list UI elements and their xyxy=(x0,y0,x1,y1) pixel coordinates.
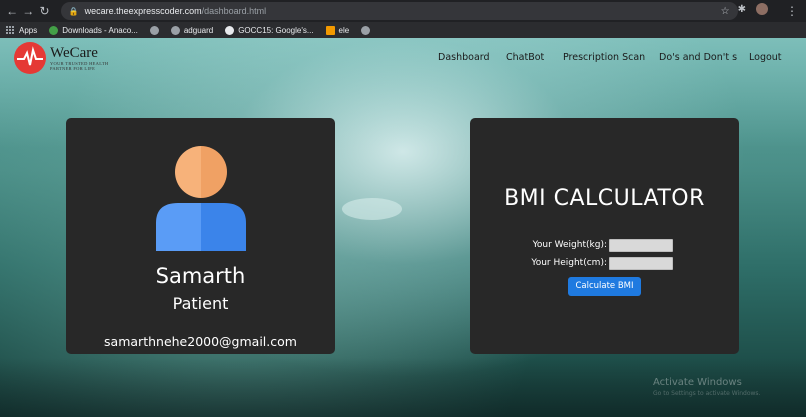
height-input[interactable] xyxy=(609,257,673,270)
heartbeat-icon xyxy=(14,42,46,74)
profile-card: Samarth Patient samarthnehe2000@gmail.co… xyxy=(66,118,335,354)
nav-dos-and-donts[interactable]: Do's and Don't s xyxy=(659,52,737,63)
bookmark-globe[interactable] xyxy=(149,25,159,35)
globe-icon xyxy=(361,25,371,35)
profile-avatar[interactable] xyxy=(756,3,768,15)
globe-icon xyxy=(149,25,159,35)
bookmark-gocc15[interactable]: GOCC15: Google's... xyxy=(225,25,314,35)
profile-role: Patient xyxy=(172,294,229,313)
apps-icon xyxy=(6,25,15,35)
nav-prescription-scan[interactable]: Prescription Scan xyxy=(563,52,645,63)
bmi-card: BMI CALCULATOR Your Weight(kg): Your Hei… xyxy=(470,118,739,354)
folder-icon xyxy=(325,25,335,35)
calculate-bmi-button[interactable]: Calculate BMI xyxy=(568,277,641,296)
back-icon[interactable]: ← xyxy=(4,0,20,22)
weight-input[interactable] xyxy=(609,239,673,252)
weight-label: Your Weight(kg): xyxy=(532,240,607,250)
site-navbar: WeCare YOUR TRUSTED HEALTH PARTNER FOR L… xyxy=(0,38,806,80)
address-bar[interactable]: 🔒 wecare.theexpresscoder.com/dashboard.h… xyxy=(60,2,738,20)
anaconda-icon xyxy=(49,25,59,35)
windows-watermark-sub: Go to Settings to activate Windows. xyxy=(653,390,761,397)
bookmark-ele[interactable]: ele xyxy=(325,25,349,35)
bookmark-adguard[interactable]: adguard xyxy=(170,25,213,35)
forward-icon[interactable]: → xyxy=(20,0,36,22)
profile-email: samarthnehe2000@gmail.com xyxy=(104,334,297,349)
bookmark-star-icon[interactable]: ☆ xyxy=(721,6,730,17)
extensions-icon[interactable]: ✱ xyxy=(738,4,746,18)
reload-icon[interactable]: ↻ xyxy=(36,0,52,22)
lock-icon: 🔒 xyxy=(68,6,79,16)
bmi-title: BMI CALCULATOR xyxy=(504,186,705,211)
bookmark-downloads[interactable]: Downloads - Anaco... xyxy=(49,25,138,35)
page-background: WeCare YOUR TRUSTED HEALTH PARTNER FOR L… xyxy=(0,38,806,417)
bookmarks-bar: Apps Downloads - Anaco... adguard GOCC15… xyxy=(0,22,806,38)
menu-icon[interactable]: ⋮ xyxy=(786,4,798,18)
height-label: Your Height(cm): xyxy=(531,258,607,268)
bookmark-apps[interactable]: Apps xyxy=(6,25,37,35)
google-icon xyxy=(225,25,235,35)
user-avatar-icon xyxy=(156,146,246,251)
brand-name: WeCare xyxy=(50,45,98,61)
nav-dashboard[interactable]: Dashboard xyxy=(438,52,490,63)
brand-tagline-2: PARTNER FOR LIFE xyxy=(50,66,96,71)
profile-name: Samarth xyxy=(155,264,246,288)
nav-chatbot[interactable]: ChatBot xyxy=(506,52,544,63)
windows-watermark: Activate Windows xyxy=(653,377,742,388)
globe-icon xyxy=(170,25,180,35)
url-path: /dashboard.html xyxy=(201,6,267,16)
wecare-logo[interactable]: WeCare YOUR TRUSTED HEALTH PARTNER FOR L… xyxy=(14,42,108,74)
browser-toolbar: ← → ↻ 🔒 wecare.theexpresscoder.com/dashb… xyxy=(0,0,806,22)
bookmark-globe-2[interactable] xyxy=(361,25,371,35)
url-domain: wecare.theexpresscoder.com xyxy=(84,6,202,16)
nav-logout[interactable]: Logout xyxy=(749,52,782,63)
